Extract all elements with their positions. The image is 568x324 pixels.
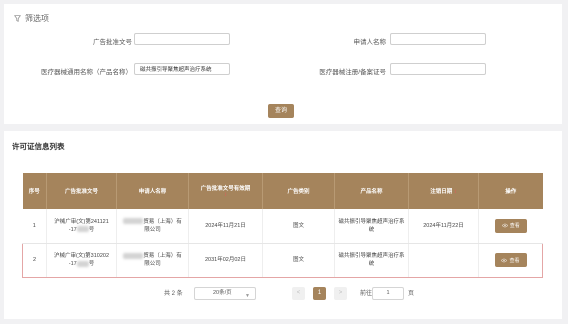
chevron-down-icon: ▼ xyxy=(245,293,250,299)
cell-category: 图文 xyxy=(262,242,335,278)
funnel-icon xyxy=(14,15,21,22)
applicant-part-b: 限公司 xyxy=(144,261,161,267)
cell-action: 查看 xyxy=(478,209,543,244)
prev-page-button[interactable]: < xyxy=(292,287,305,300)
goto-label: 前往 xyxy=(360,291,373,297)
col-category: 广告类别 xyxy=(262,173,335,209)
cell-validity: 2031年02月02日 xyxy=(188,242,263,278)
filter-title: 筛选项 xyxy=(25,14,49,23)
page-number-current[interactable]: 1 xyxy=(313,287,326,300)
device-reg-no-input[interactable] xyxy=(390,63,486,75)
eye-icon xyxy=(501,224,508,228)
redacted-text xyxy=(123,218,144,225)
device-name-input[interactable] xyxy=(134,63,230,75)
license-table: 序号 广告批准文号 申请人名称 广告批准文号有效期 ↕ 广告类别 产品名称 注销日… xyxy=(22,173,543,278)
eye-icon xyxy=(501,258,508,262)
cell-cancel-date: 2024年11月22日 xyxy=(408,209,479,244)
cell-product: 磁共振引导聚焦超声治疗系统 xyxy=(334,209,409,244)
goto-suffix: 页 xyxy=(408,291,415,297)
cell-approval-no: 沪械广审(文)第310202 -17 号 xyxy=(46,242,117,278)
filter-panel: 筛选项 广告批准文号 申请人名称 医疗器械通用名称（产品名称） 医疗器械注册/备… xyxy=(4,4,562,124)
col-action: 操作 xyxy=(478,173,543,209)
cell-index: 1 xyxy=(22,209,47,244)
pagination: 共 2 条 20条/页 ▼ < 1 > 前往 1 页 xyxy=(4,287,562,303)
page-size-value: 20条/页 xyxy=(213,290,232,296)
cell-action: 查看 xyxy=(478,242,543,278)
approval-no-part-c: 号 xyxy=(88,226,95,233)
sort-icon[interactable]: ↕ xyxy=(224,192,227,198)
approval-no-part-b: -17 xyxy=(68,261,77,267)
query-button[interactable]: 查询 xyxy=(268,104,294,118)
cell-applicant: 贸易（上海）有 限公司 xyxy=(116,242,189,278)
approval-no-label: 广告批准文号 xyxy=(93,39,132,46)
view-button-label: 查看 xyxy=(509,223,520,230)
applicant-input[interactable] xyxy=(390,33,486,45)
view-button-label: 查看 xyxy=(509,257,520,264)
applicant-part-a: 贸易（上海）有 xyxy=(143,253,182,259)
device-reg-no-label: 医疗器械注册/备案证号 xyxy=(319,69,386,76)
col-cancel-date[interactable]: 注销日期 ↕ xyxy=(408,173,479,209)
applicant-part-b: 限公司 xyxy=(144,226,161,233)
list-title: 许可证信息列表 xyxy=(12,142,65,151)
table-row: 1 沪械广审(文)第241121 -17 号 贸易（上海）有 限公司 2024年11月… xyxy=(22,209,543,244)
approval-no-part-b: -17 xyxy=(68,226,77,233)
applicant-label: 申请人名称 xyxy=(353,39,387,46)
view-button[interactable]: 查看 xyxy=(494,253,527,267)
col-validity[interactable]: 广告批准文号有效期 ↕ xyxy=(188,173,263,209)
col-applicant: 申请人名称 xyxy=(116,173,189,209)
view-button[interactable]: 查看 xyxy=(494,218,527,233)
approval-no-part-a: 沪械广审(文)第241121 xyxy=(54,218,109,225)
approval-no-part-a: 沪械广审(文)第310202 xyxy=(53,253,110,259)
total-count: 共 2 条 xyxy=(164,291,183,297)
cell-index: 2 xyxy=(22,242,47,278)
filter-header: 筛选项 xyxy=(14,13,49,24)
list-panel: 许可证信息列表 序号 广告批准文号 申请人名称 广告批准文号有效期 ↕ 广告类别 … xyxy=(4,131,562,319)
cell-validity: 2024年11月21日 xyxy=(188,209,263,244)
approval-no-part-c: 号 xyxy=(88,261,95,267)
page-size-select[interactable]: 20条/页 ▼ xyxy=(194,287,256,300)
cell-product: 磁共振引导聚焦超声治疗系统 xyxy=(334,242,409,278)
goto-page-input[interactable]: 1 xyxy=(372,287,404,300)
cell-approval-no: 沪械广审(文)第241121 -17 号 xyxy=(46,209,117,244)
col-index: 序号 xyxy=(22,173,47,209)
col-approval-no: 广告批准文号 xyxy=(46,173,117,209)
col-cancel-date-label: 注销日期 xyxy=(430,189,453,195)
cell-applicant: 贸易（上海）有 限公司 xyxy=(116,209,189,244)
col-product: 产品名称 xyxy=(334,173,409,209)
redacted-text xyxy=(76,260,89,267)
table-row: 2 沪械广审(文)第310202 -17 号 贸易（上海）有 限公司 2031年02月… xyxy=(22,242,543,278)
next-page-button[interactable]: > xyxy=(334,287,347,300)
redacted-text xyxy=(76,226,89,233)
cell-cancel-date xyxy=(408,242,479,278)
redacted-text xyxy=(123,252,144,259)
approval-no-input[interactable] xyxy=(134,33,230,45)
cell-category: 图文 xyxy=(262,209,335,244)
sort-icon[interactable]: ↕ xyxy=(454,189,457,195)
device-name-label: 医疗器械通用名称（产品名称） xyxy=(41,69,132,76)
applicant-part-a: 贸易（上海）有 xyxy=(143,218,182,225)
table-header: 序号 广告批准文号 申请人名称 广告批准文号有效期 ↕ 广告类别 产品名称 注销日… xyxy=(22,173,543,209)
